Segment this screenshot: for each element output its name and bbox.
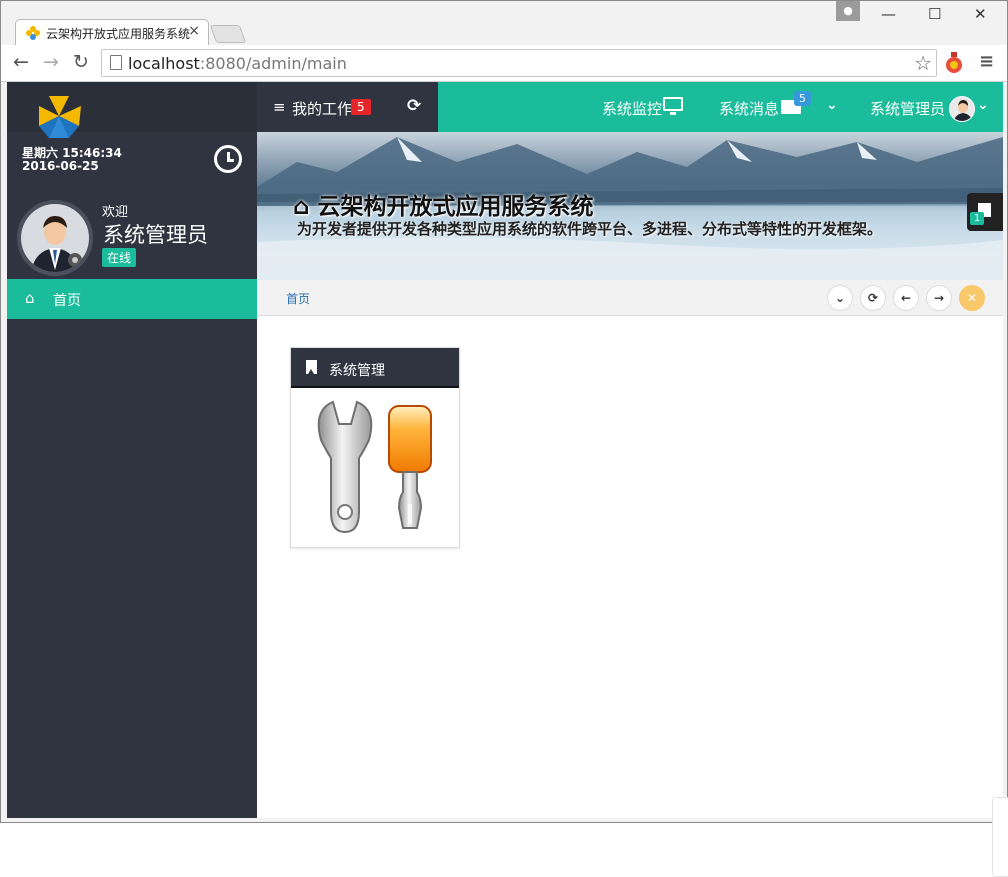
logo-area (7, 82, 257, 138)
list-icon: ≡ (273, 98, 286, 116)
admin-user-button[interactable]: 系统管理员 (870, 98, 945, 119)
user-avatar-small[interactable] (949, 96, 975, 122)
arrow-right-icon[interactable]: → (926, 285, 952, 311)
tab-title: 云架构开放式应用服务系统 (46, 27, 191, 41)
chevron-down-icon[interactable]: ⌄ (826, 97, 838, 113)
url-host: localhost (128, 54, 200, 73)
forward-arrow-icon[interactable]: → (43, 51, 59, 73)
refresh-icon[interactable]: ⟳ (860, 285, 886, 311)
menu-icon[interactable]: ≡ (979, 51, 994, 72)
profile-icon[interactable]: ● (836, 1, 860, 21)
my-work-section: ≡ 我的工作 5 ⟳ (257, 82, 438, 132)
header-banner: ⌂ 云架构开放式应用服务系统 为开发者提供开发各种类型应用系统的软件跨平台、多进… (257, 132, 1003, 280)
monitor-icon (663, 97, 683, 115)
new-tab-button[interactable] (209, 25, 247, 43)
chevron-down-icon[interactable]: ⌄ (827, 285, 853, 311)
user-name: 系统管理员 (103, 223, 208, 247)
sidebar: 星期六 15:46:34 2016-06-25 欢迎 系统管理员 在线 ⌂ 首页 (7, 82, 257, 818)
side-tool-button[interactable]: 1 (967, 193, 1003, 231)
home-icon: ⌂ (293, 194, 310, 220)
refresh-icon[interactable]: ⟳ (407, 96, 421, 116)
user-avatar-icon (21, 204, 89, 272)
back-arrow-icon[interactable]: ← (13, 51, 29, 73)
side-tool-badge: 1 (970, 212, 985, 225)
module-card-title: 系统管理 (329, 363, 385, 379)
breadcrumb-bar: 首页 ⌄ ⟳ ← → ✕ (257, 280, 1003, 316)
my-work-count-badge: 5 (351, 99, 371, 115)
bookmark-icon (306, 360, 317, 374)
clock-icon (214, 145, 242, 173)
datetime-line2: 2016-06-25 (22, 159, 99, 173)
reload-icon[interactable]: ↻ (73, 51, 89, 73)
star-icon[interactable]: ☆ (914, 51, 932, 75)
sidebar-item-label: 首页 (53, 293, 81, 309)
module-card-system-management[interactable]: 系统管理 (290, 347, 460, 548)
system-messages-button[interactable]: 系统消息 (719, 98, 779, 119)
avatar (17, 200, 93, 276)
tab-close-icon[interactable]: × (188, 23, 200, 39)
browser-tab[interactable]: 云架构开放式应用服务系统 × (15, 19, 209, 46)
chevron-down-icon[interactable]: ⌄ (977, 97, 989, 113)
messages-count-badge: 5 (794, 91, 811, 106)
app-root: 星期六 15:46:34 2016-06-25 欢迎 系统管理员 在线 ⌂ 首页… (7, 82, 1008, 877)
arrow-left-icon[interactable]: ← (893, 285, 919, 311)
my-work-button[interactable]: 我的工作 (292, 98, 352, 119)
breadcrumb-home[interactable]: 首页 (286, 290, 310, 307)
browser-window: 云架构开放式应用服务系统 × ● — ☐ ✕ ← → ↻ localhost:8… (0, 0, 1008, 877)
banner-title: ⌂ 云架构开放式应用服务系统 (293, 187, 593, 221)
sidebar-item-home[interactable]: ⌂ 首页 (7, 279, 257, 319)
scroll-widget[interactable] (992, 797, 1008, 877)
banner-subtitle: 为开发者提供开发各种类型应用系统的软件跨平台、多进程、分布式等特性的开发框架。 (297, 220, 883, 238)
home-icon: ⌂ (25, 289, 35, 307)
favicon-icon (26, 26, 40, 40)
title-bar: 云架构开放式应用服务系统 × ● — ☐ ✕ (1, 1, 1007, 46)
extension-icon[interactable] (945, 52, 963, 74)
url-path: :8080/admin/main (199, 54, 347, 73)
tools-icon (317, 400, 432, 534)
status-badge: 在线 (102, 248, 137, 267)
top-navbar: ≡ 我的工作 5 ⟳ 系统监控 系统消息 5 ⌄ 系统管理员 ⌄ (257, 82, 1003, 132)
datetime: 星期六 15:46:34 2016-06-25 (22, 147, 122, 173)
close-window-button[interactable]: ✕ (974, 5, 987, 23)
minimize-button[interactable]: — (881, 5, 896, 23)
close-icon[interactable]: ✕ (959, 285, 985, 311)
url-text: localhost:8080/admin/main (128, 54, 347, 73)
system-monitor-button[interactable]: 系统监控 (602, 98, 662, 119)
banner-title-text: 云架构开放式应用服务系统 (317, 194, 594, 220)
welcome-text: 欢迎 (102, 205, 129, 220)
logo-icon (39, 96, 81, 138)
maximize-button[interactable]: ☐ (928, 5, 941, 23)
module-card-header: 系统管理 (291, 348, 459, 388)
user-avatar-icon (953, 100, 973, 121)
address-bar[interactable]: localhost:8080/admin/main ☆ (101, 49, 937, 77)
browser-toolbar: ← → ↻ localhost:8080/admin/main ☆ ≡ (1, 45, 1007, 82)
page-icon (110, 55, 122, 70)
